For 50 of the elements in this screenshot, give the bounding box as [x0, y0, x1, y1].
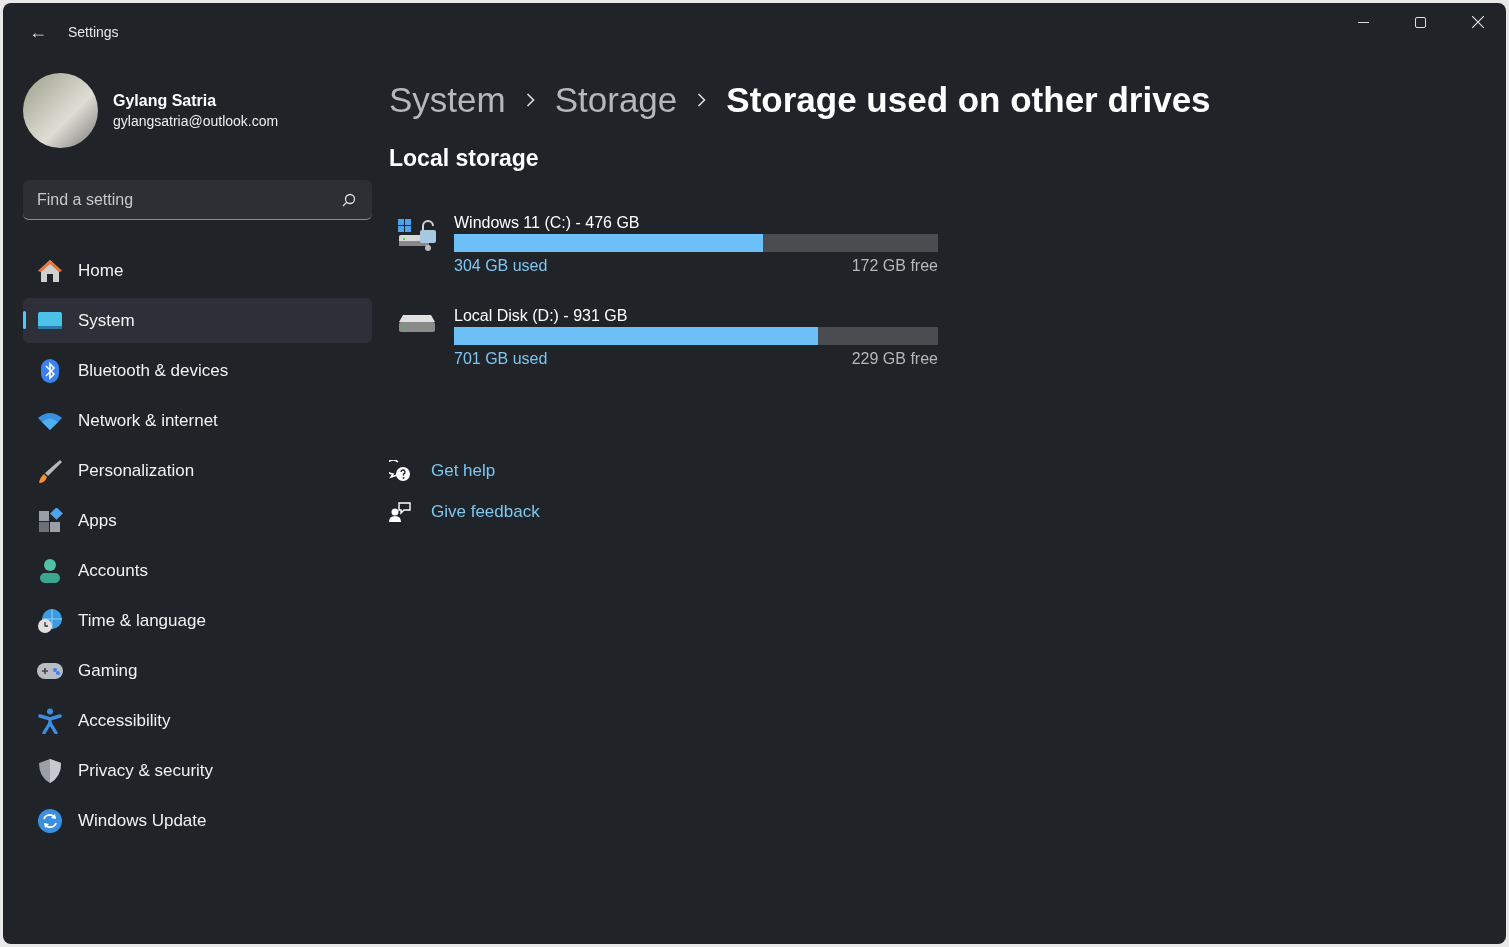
free-space: 229 GB free	[851, 350, 938, 368]
used-space: 304 GB used	[454, 257, 548, 275]
refresh-icon	[37, 807, 63, 834]
nav-item[interactable]: Accessibility	[23, 698, 372, 743]
gamepad-icon	[36, 661, 64, 680]
apps-icon	[37, 507, 63, 534]
page-title: Storage used on other drives	[726, 80, 1211, 120]
bluetooth-icon	[40, 357, 60, 384]
nav-item[interactable]: Apps	[23, 498, 372, 543]
nav-item[interactable]: Bluetooth & devices	[23, 348, 372, 393]
profile-name: Gylang Satria	[113, 92, 218, 110]
house-icon	[37, 258, 63, 283]
chevron-right-icon	[525, 93, 535, 107]
breadcrumb-link[interactable]: System	[389, 80, 506, 120]
used-space: 701 GB used	[454, 350, 548, 368]
maximize-icon	[1415, 16, 1426, 28]
nav-item[interactable]: Windows Update	[23, 798, 372, 843]
breadcrumb-link[interactable]: Storage	[554, 80, 678, 120]
drive-name: Local Disk (D:) - 931 GB	[454, 307, 629, 326]
nav-item[interactable]: Network & internet	[23, 398, 372, 443]
nav-item[interactable]: Personalization	[23, 448, 372, 493]
locked-drive-icon	[397, 218, 437, 252]
paintbrush-icon	[37, 457, 63, 484]
help-link[interactable]: Give feedback	[431, 501, 540, 522]
help-chat-icon	[389, 459, 411, 482]
back-button[interactable]: ←	[25, 17, 51, 47]
monitor-icon	[37, 310, 63, 331]
nav-item[interactable]: Accounts	[23, 548, 372, 593]
profile-email: gylangsatria@outlook.com	[113, 113, 279, 129]
nav-item[interactable]: Privacy & security	[23, 748, 372, 793]
accessibility-icon	[38, 707, 62, 734]
search-icon	[342, 193, 356, 207]
minimize-icon	[1358, 21, 1369, 23]
close-icon	[1471, 16, 1484, 28]
person-icon	[38, 557, 62, 584]
window-title: Settings	[68, 24, 119, 40]
shield-icon	[38, 757, 62, 784]
feedback-icon	[389, 500, 411, 523]
section-heading: Local storage	[389, 145, 540, 172]
nav-item[interactable]: Home	[23, 248, 372, 293]
globe-clock-icon	[37, 607, 63, 634]
nav-item[interactable]: Time & language	[23, 598, 372, 643]
free-space: 172 GB free	[851, 257, 938, 275]
nav-item[interactable]: Gaming	[23, 648, 372, 693]
drive-name: Windows 11 (C:) - 476 GB	[454, 214, 641, 233]
search-field[interactable]: Find a setting	[23, 180, 372, 220]
wifi-icon	[37, 410, 63, 431]
chevron-right-icon	[697, 93, 707, 107]
help-link[interactable]: Get help	[431, 460, 496, 481]
nav-item[interactable]: System	[23, 298, 372, 343]
